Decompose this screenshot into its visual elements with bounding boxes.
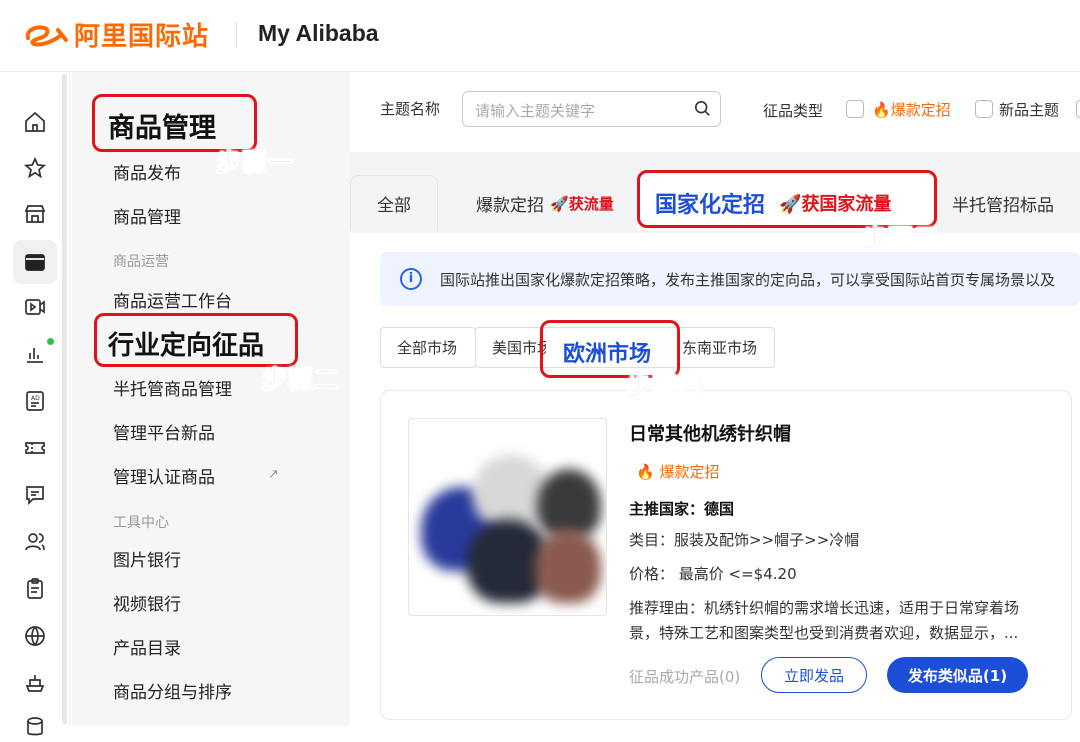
fire-icon: 🔥	[636, 463, 660, 481]
info-icon: i	[400, 268, 422, 290]
tab-semi[interactable]: 半托管招标品	[940, 175, 1080, 231]
search-icon[interactable]	[694, 100, 712, 118]
logo-text: 阿里国际站	[74, 21, 210, 52]
type-new-label: 新品主题	[999, 101, 1060, 119]
ad-icon[interactable]: AD	[20, 386, 50, 416]
fire-icon: 🔥	[872, 101, 891, 119]
product-price: 价格： 最高价 <=$4.20	[629, 565, 797, 583]
success-count: 征品成功产品(0)	[629, 668, 741, 686]
message-icon[interactable]	[20, 480, 50, 510]
svg-text:AD: AD	[31, 395, 40, 402]
type-extra-checkbox[interactable]	[1076, 100, 1080, 118]
product-reason-1: 推荐理由：机绣针织帽的需求增长迅速，适用于日常穿着场	[629, 599, 1020, 617]
store-icon[interactable]	[20, 199, 50, 229]
nav-item-grouping[interactable]: 商品分组与排序	[113, 678, 232, 703]
nav-item-manage[interactable]: 商品管理	[113, 203, 181, 228]
globe-icon[interactable]	[20, 621, 50, 651]
star-icon[interactable]	[20, 153, 50, 183]
clipboard-icon[interactable]	[20, 574, 50, 604]
tab-hot-sub: 🚀获流量	[550, 194, 614, 213]
nav-item-catalog[interactable]: 产品目录	[113, 634, 181, 659]
ticket-icon[interactable]	[20, 433, 50, 463]
nav-item-certified[interactable]: 管理认证商品	[113, 463, 215, 488]
product-country: 主推国家：德国	[629, 500, 735, 518]
page-title: My Alibaba	[258, 20, 379, 46]
step-2-label: 步骤二	[261, 365, 341, 395]
product-title[interactable]: 日常其他机绣针织帽	[629, 420, 791, 446]
video-icon[interactable]	[20, 292, 50, 322]
product-reason-2: 景，特殊工艺和图案类型也受到消费者欢迎，数据显示，...	[629, 624, 1019, 642]
type-new-checkbox[interactable]	[975, 100, 993, 118]
topic-search-placeholder: 请输入主题关键字	[475, 102, 596, 120]
top-header: 阿里国际站 My Alibaba	[0, 0, 1080, 72]
topic-search-input[interactable]: 请输入主题关键字	[462, 91, 721, 127]
notice-text: 国际站推出国家化爆款定招策略，发布主推国家的定向品，可以享受国际站首页专属场景以…	[440, 271, 1056, 289]
market-us[interactable]: 美国市场	[492, 337, 546, 358]
product-category: 类目：服装及配饰>>帽子>>冷帽	[629, 531, 860, 549]
tab-hot-label: 爆款定招	[476, 195, 544, 216]
tab-hot[interactable]: 爆款定招 🚀获流量	[452, 175, 637, 231]
topic-label: 主题名称	[380, 100, 441, 118]
publish-now-button[interactable]: 立即发品	[761, 657, 867, 693]
type-label: 征品类型	[763, 102, 824, 120]
alibaba-logo[interactable]: 阿里国际站	[22, 14, 209, 54]
nav-item-video-bank[interactable]: 视频银行	[113, 590, 181, 615]
type-hot-label: 🔥爆款定招	[872, 101, 951, 119]
header-divider	[236, 22, 237, 48]
ship-icon[interactable]	[20, 668, 50, 698]
nav-item-new-products[interactable]: 管理平台新品	[113, 419, 215, 444]
tab-all[interactable]: 全部	[350, 175, 438, 231]
annotation-box-2	[94, 313, 298, 367]
product-image[interactable]	[408, 418, 607, 616]
notification-dot	[47, 338, 54, 345]
market-all[interactable]: 全部市场	[397, 337, 457, 358]
home-icon[interactable]	[20, 107, 50, 137]
step-4-label: 步骤四	[625, 372, 705, 402]
box-icon[interactable]	[13, 240, 57, 284]
nav-item-semi-managed[interactable]: 半托管商品管理	[113, 375, 232, 400]
external-link-icon: ↗	[268, 467, 279, 482]
product-badge: 🔥 爆款定招	[636, 463, 720, 481]
alibaba-logo-icon	[25, 25, 68, 47]
market-sea[interactable]: 东南亚市场	[682, 337, 757, 358]
type-hot-checkbox[interactable]	[846, 100, 864, 118]
chart-icon[interactable]	[20, 339, 50, 369]
rail-scrollbar[interactable]	[62, 74, 67, 724]
nav-group-tools: 工具中心	[113, 515, 169, 531]
publish-similar-button[interactable]: 发布类似品(1)	[887, 657, 1028, 693]
users-icon[interactable]	[20, 527, 50, 557]
nav-item-image-bank[interactable]: 图片银行	[113, 546, 181, 571]
step-1-label: 步骤一	[215, 148, 295, 178]
step-3-label: 步骤三	[861, 224, 941, 254]
nav-item-ops-workbench[interactable]: 商品运营工作台	[113, 287, 232, 312]
nav-group-ops: 商品运营	[113, 254, 169, 270]
nav-item-publish[interactable]: 商品发布	[113, 159, 181, 184]
rocket-icon: 🚀	[550, 194, 569, 213]
database-icon[interactable]	[20, 712, 50, 742]
